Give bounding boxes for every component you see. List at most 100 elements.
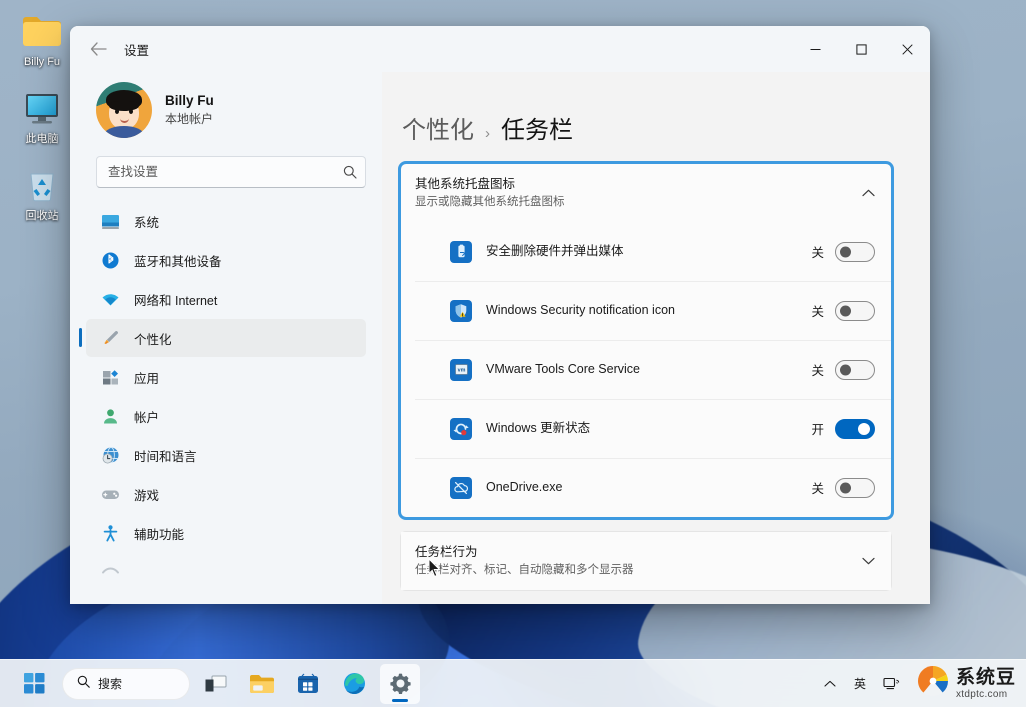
table-row: Windows Security notification icon 关 — [401, 281, 891, 340]
sidebar-item-label: 蓝牙和其他设备 — [134, 254, 222, 269]
usb-eject-icon — [450, 240, 472, 263]
tray-app-name: Windows 更新状态 — [486, 421, 591, 435]
watermark-icon — [916, 664, 950, 703]
desktop-icon-label: 回收站 — [25, 210, 59, 222]
minimize-button[interactable] — [792, 26, 838, 72]
apps-icon — [100, 367, 120, 387]
sidebar-item-label: 帐户 — [134, 410, 160, 425]
behavior-card-header[interactable]: 任务栏行为 任务栏对齐、标记、自动隐藏和多个显示器 — [401, 532, 891, 590]
microsoft-store-icon[interactable] — [288, 664, 328, 704]
sidebar-item-system[interactable]: 系统 — [86, 202, 366, 240]
desktop: Billy Fu 此电脑 回收站 设置 Billy Fu 本地帐户 查找设置 系… — [0, 0, 1026, 707]
settings-window: 设置 Billy Fu 本地帐户 查找设置 系统 蓝牙和其他设备 网络和 Int… — [70, 26, 930, 604]
taskbar-search-button[interactable]: 搜索 — [62, 667, 190, 700]
window-titlebar: 设置 — [70, 26, 930, 72]
desktop-icon-billy-fu[interactable]: Billy Fu — [6, 8, 78, 69]
window-controls — [792, 26, 930, 72]
folder-icon — [6, 8, 78, 54]
sidebar-item-bluetooth[interactable]: 蓝牙和其他设备 — [86, 241, 366, 279]
task-view-icon[interactable] — [196, 664, 236, 704]
personalization-icon — [100, 328, 120, 348]
sidebar-item-network[interactable]: 网络和 Internet — [86, 280, 366, 318]
chevron-right-icon: › — [485, 125, 490, 142]
sidebar-nav-list: 系统 蓝牙和其他设备 网络和 Internet 个性化 应用 帐户 时间和语言 … — [79, 202, 366, 591]
window-body: Billy Fu 本地帐户 查找设置 系统 蓝牙和其他设备 网络和 Intern… — [70, 72, 930, 604]
page-title: 任务栏 — [501, 117, 573, 144]
accessibility-icon — [100, 523, 120, 543]
sidebar-item-gaming[interactable]: 游戏 — [86, 475, 366, 513]
search-icon — [77, 675, 90, 693]
avatar — [96, 82, 152, 138]
breadcrumb: 个性化 › 任务栏 — [400, 72, 904, 163]
close-button[interactable] — [884, 26, 930, 72]
gaming-icon — [100, 484, 120, 504]
maximize-button[interactable] — [838, 26, 884, 72]
time-language-icon — [100, 445, 120, 465]
tray-card-header[interactable]: 其他系统托盘图标 显示或隐藏其他系统托盘图标 — [401, 164, 891, 222]
back-arrow-icon[interactable] — [82, 33, 114, 65]
settings-icon[interactable] — [380, 663, 420, 704]
sidebar-item-accounts[interactable]: 帐户 — [86, 397, 366, 435]
sidebar-item-personalization[interactable]: 个性化 — [79, 319, 366, 357]
tray-toggle[interactable] — [835, 359, 875, 380]
start-icon[interactable] — [14, 664, 54, 704]
search-input[interactable] — [108, 165, 343, 179]
tray-toggle-state: 关 — [811, 246, 824, 260]
tray-toggle[interactable] — [835, 241, 875, 262]
tray-toggle[interactable] — [835, 418, 875, 439]
taskbar-system-tray: 英 系统豆 xtdptc.com — [817, 664, 1026, 703]
watermark-logo: 系统豆 xtdptc.com — [910, 664, 1016, 703]
edge-icon[interactable] — [334, 664, 374, 704]
tray-toggle[interactable] — [835, 300, 875, 321]
watermark-text: 系统豆 xtdptc.com — [956, 668, 1016, 700]
chevron-down-icon[interactable] — [852, 557, 875, 565]
network-tray-icon[interactable] — [877, 667, 906, 701]
sidebar: Billy Fu 本地帐户 查找设置 系统 蓝牙和其他设备 网络和 Intern… — [70, 72, 382, 604]
tray-toggle-state: 开 — [811, 423, 824, 437]
taskbar-behaviors-card[interactable]: 任务栏行为 任务栏对齐、标记、自动隐藏和多个显示器 — [400, 531, 892, 591]
taskbar: 搜索 英 系统豆 xtdptc.com — [0, 659, 1026, 707]
tray-app-name: VMware Tools Core Service — [486, 362, 640, 376]
sidebar-item-apps[interactable]: 应用 — [86, 358, 366, 396]
tray-card-title: 其他系统托盘图标 — [415, 177, 516, 191]
file-explorer-icon[interactable] — [242, 664, 282, 704]
tray-app-name: 安全删除硬件并弹出媒体 — [486, 244, 624, 258]
behavior-card-description: 任务栏对齐、标记、自动隐藏和多个显示器 — [415, 564, 634, 576]
bluetooth-icon — [100, 250, 120, 270]
tray-toggle-state: 关 — [811, 482, 824, 496]
windows-security-icon — [450, 299, 472, 322]
tray-toggle[interactable] — [835, 477, 875, 498]
tray-card-description: 显示或隐藏其他系统托盘图标 — [415, 196, 565, 208]
sidebar-item-accessibility[interactable]: 辅助功能 — [86, 514, 366, 552]
vmware-tools-icon: vm — [450, 358, 472, 381]
table-row: OneDrive.exe 关 — [401, 458, 891, 517]
search-input-wrapper[interactable] — [96, 156, 366, 188]
sidebar-item-partial[interactable] — [86, 553, 366, 591]
tray-rows: 安全删除硬件并弹出媒体 关 Windows Security notificat… — [401, 222, 891, 517]
chevron-up-icon[interactable] — [817, 667, 843, 701]
desktop-icon-list: Billy Fu 此电脑 回收站 — [6, 8, 78, 223]
recycle-bin-icon — [6, 162, 78, 208]
behavior-card-title: 任务栏行为 — [415, 545, 478, 559]
content-area: 个性化 › 任务栏 其他系统托盘图标 显示或隐藏其他系统托盘图标 安全删除硬件并… — [382, 72, 930, 604]
privacy-icon — [100, 562, 120, 582]
window-title: 设置 — [124, 43, 150, 58]
other-system-tray-icons-card: 其他系统托盘图标 显示或隐藏其他系统托盘图标 安全删除硬件并弹出媒体 关 Win… — [398, 161, 894, 520]
svg-text:vm: vm — [457, 368, 465, 374]
desktop-icon-label: 此电脑 — [25, 133, 59, 145]
desktop-icon-recycle-bin[interactable]: 回收站 — [6, 162, 78, 223]
desktop-icon-this-pc[interactable]: 此电脑 — [6, 85, 78, 146]
chevron-up-icon[interactable] — [852, 189, 875, 197]
watermark-title: 系统豆 — [955, 666, 1016, 688]
breadcrumb-root[interactable]: 个性化 — [402, 110, 474, 145]
sidebar-item-label: 应用 — [134, 371, 160, 386]
account-block[interactable]: Billy Fu 本地帐户 — [86, 72, 366, 152]
sidebar-item-time-language[interactable]: 时间和语言 — [86, 436, 366, 474]
table-row: Windows 更新状态 开 — [401, 399, 891, 458]
accounts-icon — [100, 406, 120, 426]
ime-indicator[interactable]: 英 — [847, 667, 873, 701]
this-pc-icon — [6, 85, 78, 131]
tray-app-name: Windows Security notification icon — [486, 303, 675, 317]
account-type: 本地帐户 — [165, 112, 214, 126]
onedrive-icon — [450, 476, 472, 499]
